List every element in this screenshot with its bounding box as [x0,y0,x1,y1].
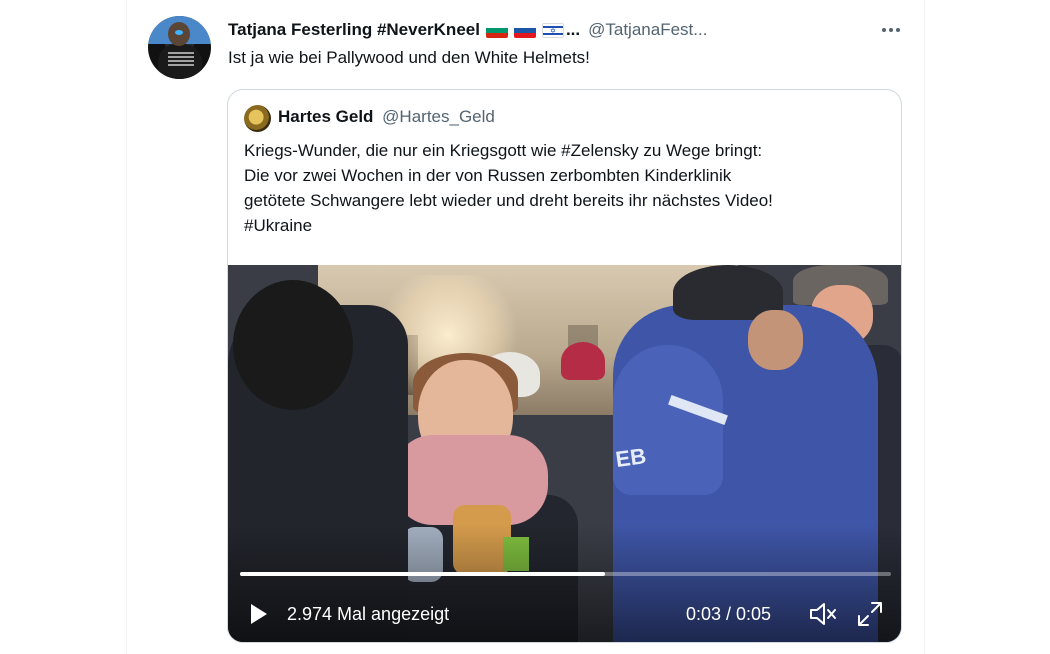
tweet-text: Ist ja wie bei Pallywood und den White H… [228,48,590,67]
author-handle[interactable]: @TatjanaFest... [588,20,707,40]
quoted-text-line: Kriegs-Wunder, die nur ein Kriegsgott wi… [244,141,763,160]
video-frame: EB [228,265,901,642]
russia-flag-icon [513,22,536,38]
israel-flag-icon: ✡ [541,22,564,38]
volume-muted-icon[interactable] [808,600,838,628]
author-display-name[interactable]: Tatjana Festerling #NeverKneel [228,20,480,40]
video-view-count: 2.974 Mal angezeigt [287,604,450,624]
fullscreen-icon[interactable] [856,600,884,628]
hashtag-ukraine[interactable]: #Ukraine [244,213,884,238]
video-progress-fill [240,572,605,576]
timeline-border-right [924,0,925,654]
quoted-header: Hartes Geld @Hartes_Geld [278,107,495,127]
quoted-text: Kriegs-Wunder, die nur ein Kriegsgott wi… [244,138,884,238]
avatar[interactable] [148,16,211,79]
quoted-text-line: Die vor zwei Wochen in der von Russen ze… [244,166,732,185]
video-time: 0:03 / 0:05 [686,604,772,624]
name-ellipsis: ... [565,20,581,39]
quoted-handle[interactable]: @Hartes_Geld [382,107,495,126]
more-options-icon[interactable] [880,20,902,40]
timeline-border-left [126,0,127,654]
tweet-header: Tatjana Festerling #NeverKneel ✡ ... @Ta… [228,18,908,42]
quoted-tweet-card[interactable]: Hartes Geld @Hartes_Geld Kriegs-Wunder, … [227,89,902,643]
play-icon[interactable] [246,602,270,626]
bulgaria-flag-icon [485,22,508,38]
video-progress-bar[interactable] [240,572,891,576]
video-player[interactable]: EB 2.974 Mal angezeigt 0:03 / 0:05 [228,265,901,642]
quoted-display-name[interactable]: Hartes Geld [278,107,373,126]
quoted-text-line: getötete Schwangere lebt wieder und dreh… [244,191,773,210]
quoted-avatar[interactable] [244,105,271,132]
